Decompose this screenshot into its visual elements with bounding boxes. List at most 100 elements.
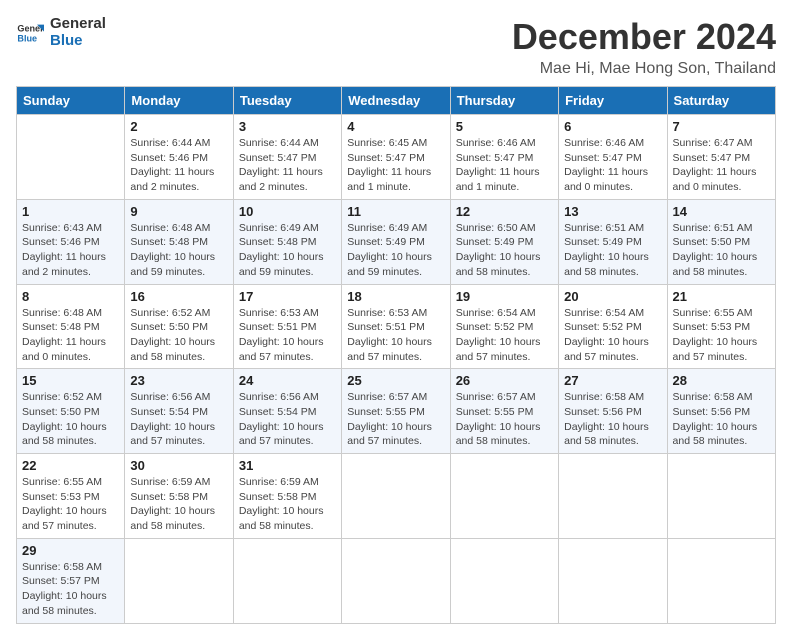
- day-number-21: 21: [673, 289, 770, 304]
- day-detail-2: Sunrise: 6:44 AMSunset: 5:46 PMDaylight:…: [130, 136, 227, 195]
- day-detail-31: Sunrise: 6:59 AMSunset: 5:58 PMDaylight:…: [239, 475, 336, 534]
- sunrise-25: Sunrise: 6:57 AM: [347, 390, 444, 405]
- daylight-21: Daylight: 10 hours and 57 minutes.: [673, 335, 770, 364]
- empty-cell: [667, 454, 775, 539]
- day-cell-6: 6 Sunrise: 6:46 AMSunset: 5:47 PMDaylight…: [559, 115, 667, 200]
- sunset-5: Sunset: 5:47 PM: [456, 151, 553, 166]
- sunrise-28: Sunrise: 6:58 AM: [673, 390, 770, 405]
- empty-cell: [342, 454, 450, 539]
- sunrise-2: Sunrise: 6:44 AM: [130, 136, 227, 151]
- day-detail-28: Sunrise: 6:58 AMSunset: 5:56 PMDaylight:…: [673, 390, 770, 449]
- day-cell-28: 28 Sunrise: 6:58 AMSunset: 5:56 PMDayligh…: [667, 369, 775, 454]
- day-number-19: 19: [456, 289, 553, 304]
- daylight-8: Daylight: 11 hours and 0 minutes.: [22, 335, 119, 364]
- day-cell-24: 24 Sunrise: 6:56 AMSunset: 5:54 PMDayligh…: [233, 369, 341, 454]
- sunrise-8: Sunrise: 6:48 AM: [22, 306, 119, 321]
- daylight-12: Daylight: 10 hours and 58 minutes.: [456, 250, 553, 279]
- day-detail-29: Sunrise: 6:58 AMSunset: 5:57 PMDaylight:…: [22, 560, 119, 619]
- daylight-23: Daylight: 10 hours and 57 minutes.: [130, 420, 227, 449]
- sunset-14: Sunset: 5:50 PM: [673, 235, 770, 250]
- header: General Blue General Blue December 2024 …: [16, 16, 776, 78]
- day-cell-21: 21 Sunrise: 6:55 AMSunset: 5:53 PMDayligh…: [667, 284, 775, 369]
- sunrise-20: Sunrise: 6:54 AM: [564, 306, 661, 321]
- daylight-11: Daylight: 10 hours and 59 minutes.: [347, 250, 444, 279]
- week-row-1: 1Sunrise: 6:43 AMSunset: 5:46 PMDaylight…: [17, 199, 776, 284]
- svg-text:Blue: Blue: [17, 33, 37, 43]
- day-number-17: 17: [239, 289, 336, 304]
- sunset-25: Sunset: 5:55 PM: [347, 405, 444, 420]
- day-cell-11: 11 Sunrise: 6:49 AMSunset: 5:49 PMDayligh…: [342, 199, 450, 284]
- logo-icon: General Blue: [16, 19, 44, 47]
- sunset-8: Sunset: 5:48 PM: [22, 320, 119, 335]
- day-number-1: 1: [22, 204, 119, 219]
- day-cell-9: 9Sunrise: 6:48 AMSunset: 5:48 PMDaylight…: [125, 199, 233, 284]
- sunset-16: Sunset: 5:50 PM: [130, 320, 227, 335]
- sunset-12: Sunset: 5:49 PM: [456, 235, 553, 250]
- day-cell-7: 7Sunrise: 6:47 AMSunset: 5:47 PMDaylight…: [667, 115, 775, 200]
- sunrise-9: Sunrise: 6:48 AM: [130, 221, 227, 236]
- day-detail-21: Sunrise: 6:55 AMSunset: 5:53 PMDaylight:…: [673, 306, 770, 365]
- day-number-7: 7: [673, 119, 770, 134]
- daylight-25: Daylight: 10 hours and 57 minutes.: [347, 420, 444, 449]
- daylight-4: Daylight: 11 hours and 1 minute.: [347, 165, 444, 194]
- daylight-13: Daylight: 10 hours and 58 minutes.: [564, 250, 661, 279]
- week-row-4: 22Sunrise: 6:55 AMSunset: 5:53 PMDayligh…: [17, 454, 776, 539]
- day-number-11: 11: [347, 204, 444, 219]
- daylight-31: Daylight: 10 hours and 58 minutes.: [239, 504, 336, 533]
- sunset-2: Sunset: 5:46 PM: [130, 151, 227, 166]
- sunrise-14: Sunrise: 6:51 AM: [673, 221, 770, 236]
- daylight-19: Daylight: 10 hours and 57 minutes.: [456, 335, 553, 364]
- day-cell-31: 31Sunrise: 6:59 AMSunset: 5:58 PMDayligh…: [233, 454, 341, 539]
- sunrise-29: Sunrise: 6:58 AM: [22, 560, 119, 575]
- day-cell-1: 1Sunrise: 6:43 AMSunset: 5:46 PMDaylight…: [17, 199, 125, 284]
- day-detail-16: Sunrise: 6:52 AMSunset: 5:50 PMDaylight:…: [130, 306, 227, 365]
- day-number-27: 27: [564, 373, 661, 388]
- logo-text-general: General: [50, 16, 106, 33]
- sunset-11: Sunset: 5:49 PM: [347, 235, 444, 250]
- empty-cell: [450, 538, 558, 623]
- day-detail-13: Sunrise: 6:51 AMSunset: 5:49 PMDaylight:…: [564, 221, 661, 280]
- day-cell-25: 25Sunrise: 6:57 AMSunset: 5:55 PMDayligh…: [342, 369, 450, 454]
- empty-cell: [559, 454, 667, 539]
- header-tuesday: Tuesday: [233, 87, 341, 115]
- sunrise-1: Sunrise: 6:43 AM: [22, 221, 119, 236]
- page-container: General Blue General Blue December 2024 …: [16, 16, 776, 624]
- day-number-4: 4: [347, 119, 444, 134]
- day-number-22: 22: [22, 458, 119, 473]
- day-number-10: 10: [239, 204, 336, 219]
- day-cell-19: 19Sunrise: 6:54 AMSunset: 5:52 PMDayligh…: [450, 284, 558, 369]
- day-cell-27: 27Sunrise: 6:58 AMSunset: 5:56 PMDayligh…: [559, 369, 667, 454]
- day-number-28: 28: [673, 373, 770, 388]
- day-number-14: 14: [673, 204, 770, 219]
- sunset-26: Sunset: 5:55 PM: [456, 405, 553, 420]
- sunrise-11: Sunrise: 6:49 AM: [347, 221, 444, 236]
- day-cell-20: 20Sunrise: 6:54 AMSunset: 5:52 PMDayligh…: [559, 284, 667, 369]
- sunset-6: Sunset: 5:47 PM: [564, 151, 661, 166]
- header-friday: Friday: [559, 87, 667, 115]
- month-title: December 2024: [512, 16, 776, 58]
- day-detail-24: Sunrise: 6:56 AMSunset: 5:54 PMDaylight:…: [239, 390, 336, 449]
- day-detail-6: Sunrise: 6:46 AMSunset: 5:47 PMDaylight:…: [564, 136, 661, 195]
- day-number-6: 6: [564, 119, 661, 134]
- sunset-9: Sunset: 5:48 PM: [130, 235, 227, 250]
- title-section: December 2024 Mae Hi, Mae Hong Son, Thai…: [512, 16, 776, 78]
- sunset-29: Sunset: 5:57 PM: [22, 574, 119, 589]
- calendar-table: SundayMondayTuesdayWednesdayThursdayFrid…: [16, 86, 776, 624]
- sunset-18: Sunset: 5:51 PM: [347, 320, 444, 335]
- sunrise-31: Sunrise: 6:59 AM: [239, 475, 336, 490]
- day-number-16: 16: [130, 289, 227, 304]
- sunset-17: Sunset: 5:51 PM: [239, 320, 336, 335]
- daylight-6: Daylight: 11 hours and 0 minutes.: [564, 165, 661, 194]
- sunrise-22: Sunrise: 6:55 AM: [22, 475, 119, 490]
- daylight-9: Daylight: 10 hours and 59 minutes.: [130, 250, 227, 279]
- sunset-31: Sunset: 5:58 PM: [239, 490, 336, 505]
- day-number-24: 24: [239, 373, 336, 388]
- sunrise-21: Sunrise: 6:55 AM: [673, 306, 770, 321]
- sunset-3: Sunset: 5:47 PM: [239, 151, 336, 166]
- day-cell-3: 3Sunrise: 6:44 AMSunset: 5:47 PMDaylight…: [233, 115, 341, 200]
- day-detail-15: Sunrise: 6:52 AMSunset: 5:50 PMDaylight:…: [22, 390, 119, 449]
- day-detail-3: Sunrise: 6:44 AMSunset: 5:47 PMDaylight:…: [239, 136, 336, 195]
- sunrise-23: Sunrise: 6:56 AM: [130, 390, 227, 405]
- day-detail-18: Sunrise: 6:53 AMSunset: 5:51 PMDaylight:…: [347, 306, 444, 365]
- daylight-7: Daylight: 11 hours and 0 minutes.: [673, 165, 770, 194]
